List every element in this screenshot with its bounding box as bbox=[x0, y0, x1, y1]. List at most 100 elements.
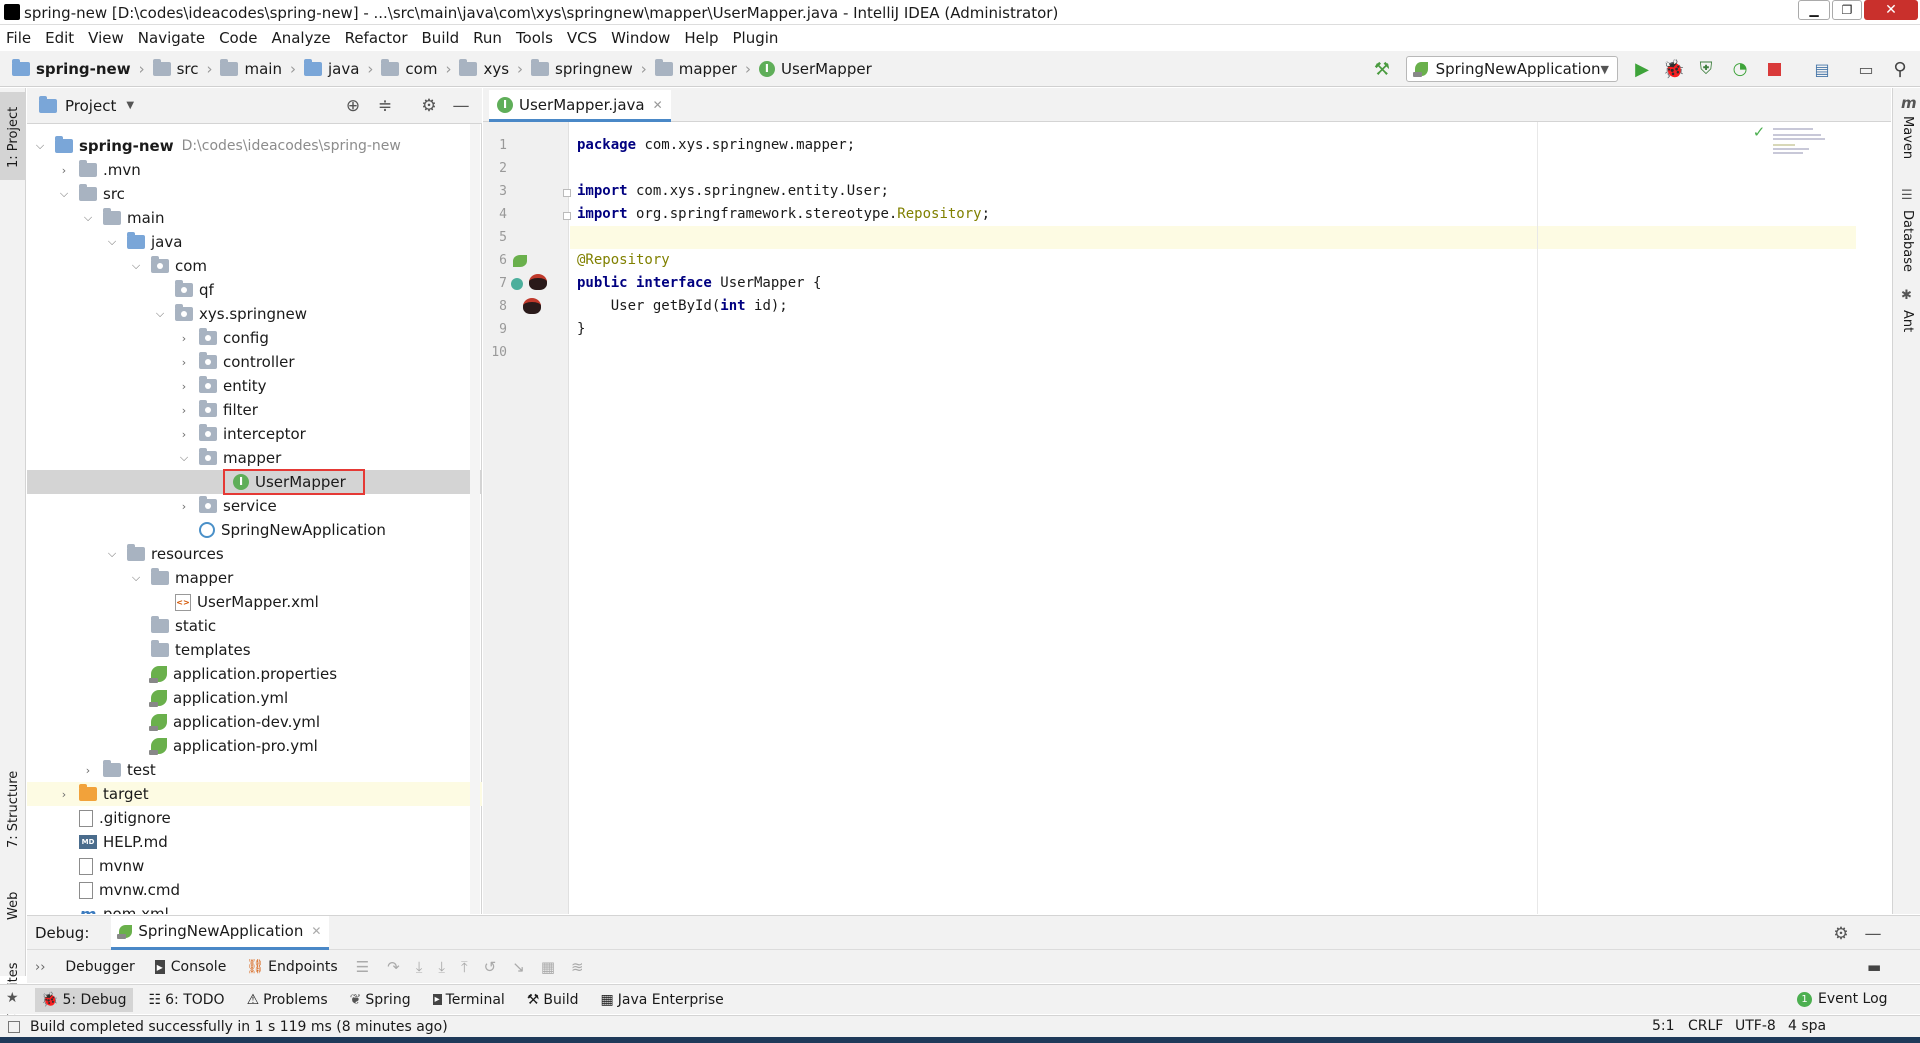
tree-row[interactable]: › filter bbox=[27, 398, 482, 422]
tree-row[interactable]: › controller bbox=[27, 350, 482, 374]
spring-bean-gutter-icon[interactable] bbox=[513, 255, 527, 267]
event-log-button[interactable]: 1 Event Log bbox=[1797, 991, 1888, 1007]
force-step-into-icon[interactable]: ⤓ bbox=[438, 958, 445, 976]
menu-build[interactable]: Build bbox=[422, 29, 460, 47]
menu-refactor[interactable]: Refactor bbox=[345, 29, 408, 47]
tree-row[interactable]: application-pro.yml bbox=[27, 734, 482, 758]
maximize-button[interactable]: ❐ bbox=[1832, 0, 1862, 20]
chevron-down-icon[interactable]: ▼ bbox=[126, 100, 134, 111]
menu-vcs[interactable]: VCS bbox=[567, 29, 597, 47]
tool-button-build[interactable]: ⚒ Build bbox=[527, 992, 579, 1008]
breadcrumb-item-main[interactable]: main bbox=[244, 60, 281, 78]
menu-view[interactable]: View bbox=[88, 29, 124, 47]
layout-icon[interactable]: ▬ bbox=[1867, 958, 1881, 976]
menu-icon[interactable]: ☰ bbox=[356, 958, 369, 976]
expand-icon[interactable]: ›› bbox=[35, 960, 45, 975]
debug-tab-debugger[interactable]: Debugger bbox=[65, 959, 134, 975]
tool-tab-ant[interactable]: ✱ Ant bbox=[1893, 288, 1920, 348]
tree-row[interactable]: application-dev.yml bbox=[27, 710, 482, 734]
step-into-icon[interactable]: ⤓ bbox=[416, 958, 423, 976]
coverage-icon[interactable]: ⛨ bbox=[1696, 59, 1716, 79]
tool-tab-project[interactable]: 1: Project bbox=[0, 92, 26, 180]
menu-help[interactable]: Help bbox=[684, 29, 718, 47]
code-area[interactable]: package com.xys.springnew.mapper; import… bbox=[577, 134, 1847, 894]
tree-row[interactable]: › interceptor bbox=[27, 422, 482, 446]
chevron-right-icon[interactable]: › bbox=[57, 164, 71, 177]
chevron-right-icon[interactable]: › bbox=[81, 764, 95, 777]
search-icon[interactable]: ⚲ bbox=[1890, 59, 1910, 80]
tree-row[interactable]: templates bbox=[27, 638, 482, 662]
menu-window[interactable]: Window bbox=[611, 29, 670, 47]
breadcrumb-item-com[interactable]: com bbox=[405, 60, 437, 78]
chevron-right-icon[interactable]: › bbox=[177, 404, 191, 417]
tool-button-java-enterprise[interactable]: ▦ Java Enterprise bbox=[601, 992, 724, 1008]
tree-row[interactable]: ⌵ spring-new D:\codes\ideacodes\spring-n… bbox=[27, 134, 482, 158]
tree-row[interactable]: ⌵ mapper bbox=[27, 446, 482, 470]
tree-row[interactable]: › service bbox=[27, 494, 482, 518]
menu-edit[interactable]: Edit bbox=[45, 29, 74, 47]
drop-frame-icon[interactable]: ↺ bbox=[484, 958, 497, 976]
chevron-right-icon[interactable]: › bbox=[177, 500, 191, 513]
menu-plugin[interactable]: Plugin bbox=[733, 29, 779, 47]
editor-tab-usermapper[interactable]: I UserMapper.java ✕ bbox=[489, 90, 671, 122]
hide-panel-icon[interactable]: — bbox=[451, 96, 471, 116]
chevron-right-icon[interactable]: › bbox=[57, 788, 71, 801]
run-icon[interactable]: ▶ bbox=[1632, 59, 1652, 80]
minimize-button[interactable]: ▁ bbox=[1798, 0, 1830, 20]
chevron-down-icon[interactable]: ⌵ bbox=[129, 571, 143, 585]
project-panel-title[interactable]: Project bbox=[65, 97, 116, 115]
breadcrumb-item-springnew[interactable]: springnew bbox=[555, 60, 633, 78]
build-hammer-icon[interactable]: ⚒ bbox=[1372, 59, 1392, 80]
tree-row[interactable]: application.properties bbox=[27, 662, 482, 686]
breadcrumb-item-xys[interactable]: xys bbox=[483, 60, 509, 78]
locate-icon[interactable]: ⊕ bbox=[343, 96, 363, 116]
status-caret-position[interactable]: 5:1 bbox=[1652, 1018, 1675, 1034]
mybatis-bird-icon[interactable] bbox=[523, 298, 541, 314]
run-to-cursor-icon[interactable]: ↘ bbox=[512, 958, 525, 976]
status-line-separator[interactable]: CRLF bbox=[1688, 1018, 1723, 1034]
chevron-down-icon[interactable]: ⌵ bbox=[33, 139, 47, 153]
breadcrumb-item-project[interactable]: spring-new bbox=[36, 60, 131, 78]
chevron-down-icon[interactable]: ⌵ bbox=[81, 211, 95, 225]
close-window-button[interactable]: ✕ bbox=[1864, 0, 1918, 20]
evaluate-icon[interactable]: ▦ bbox=[541, 958, 555, 976]
tool-button-debug[interactable]: 🐞 5: Debug bbox=[35, 987, 133, 1012]
menu-file[interactable]: File bbox=[6, 29, 31, 47]
tree-row[interactable]: ⌵ xys.springnew bbox=[27, 302, 482, 326]
debug-session-tab[interactable]: SpringNewApplication ✕ bbox=[111, 915, 330, 950]
gear-icon[interactable]: ⚙ bbox=[419, 96, 439, 116]
tree-row[interactable]: › .mvn bbox=[27, 158, 482, 182]
close-tab-icon[interactable]: ✕ bbox=[653, 98, 663, 112]
chevron-down-icon[interactable]: ⌵ bbox=[105, 235, 119, 249]
status-message[interactable]: Build completed successfully in 1 s 119 … bbox=[30, 1019, 448, 1035]
tool-button-spring[interactable]: ❦ Spring bbox=[350, 992, 411, 1008]
stop-icon[interactable] bbox=[1768, 63, 1781, 76]
breadcrumb-item-src[interactable]: src bbox=[177, 60, 199, 78]
tree-row[interactable]: MD HELP.md bbox=[27, 830, 482, 854]
hide-panel-icon[interactable]: — bbox=[1863, 924, 1883, 944]
chevron-right-icon[interactable]: › bbox=[177, 428, 191, 441]
tree-row[interactable]: ⌵ resources bbox=[27, 542, 482, 566]
gear-icon[interactable]: ⚙ bbox=[1831, 924, 1851, 944]
step-over-icon[interactable]: ↷ bbox=[387, 958, 400, 976]
tree-row[interactable]: application.yml bbox=[27, 686, 482, 710]
chevron-down-icon[interactable]: ⌵ bbox=[177, 451, 191, 465]
inspection-ok-icon[interactable]: ✓ bbox=[1751, 123, 1767, 141]
tree-scrollbar[interactable] bbox=[470, 124, 480, 914]
chevron-down-icon[interactable]: ⌵ bbox=[153, 307, 167, 321]
tree-row[interactable]: ⌵ java bbox=[27, 230, 482, 254]
project-structure-icon[interactable]: ▤ bbox=[1812, 59, 1832, 79]
tool-button-terminal[interactable]: ▸ Terminal bbox=[432, 992, 505, 1008]
tree-row[interactable]: .gitignore bbox=[27, 806, 482, 830]
star-icon[interactable]: ★ bbox=[6, 990, 19, 1006]
tree-row[interactable]: ⌵ src bbox=[27, 182, 482, 206]
tree-row[interactable]: static bbox=[27, 614, 482, 638]
tool-button-todo[interactable]: ☷ 6: TODO bbox=[149, 992, 225, 1008]
chevron-down-icon[interactable]: ⌵ bbox=[129, 259, 143, 273]
menu-code[interactable]: Code bbox=[219, 29, 257, 47]
chevron-right-icon[interactable]: › bbox=[177, 332, 191, 345]
menu-analyze[interactable]: Analyze bbox=[271, 29, 330, 47]
trace-icon[interactable]: ≋ bbox=[571, 958, 584, 976]
minimap[interactable] bbox=[1773, 126, 1863, 166]
tree-row[interactable]: › test bbox=[27, 758, 482, 782]
